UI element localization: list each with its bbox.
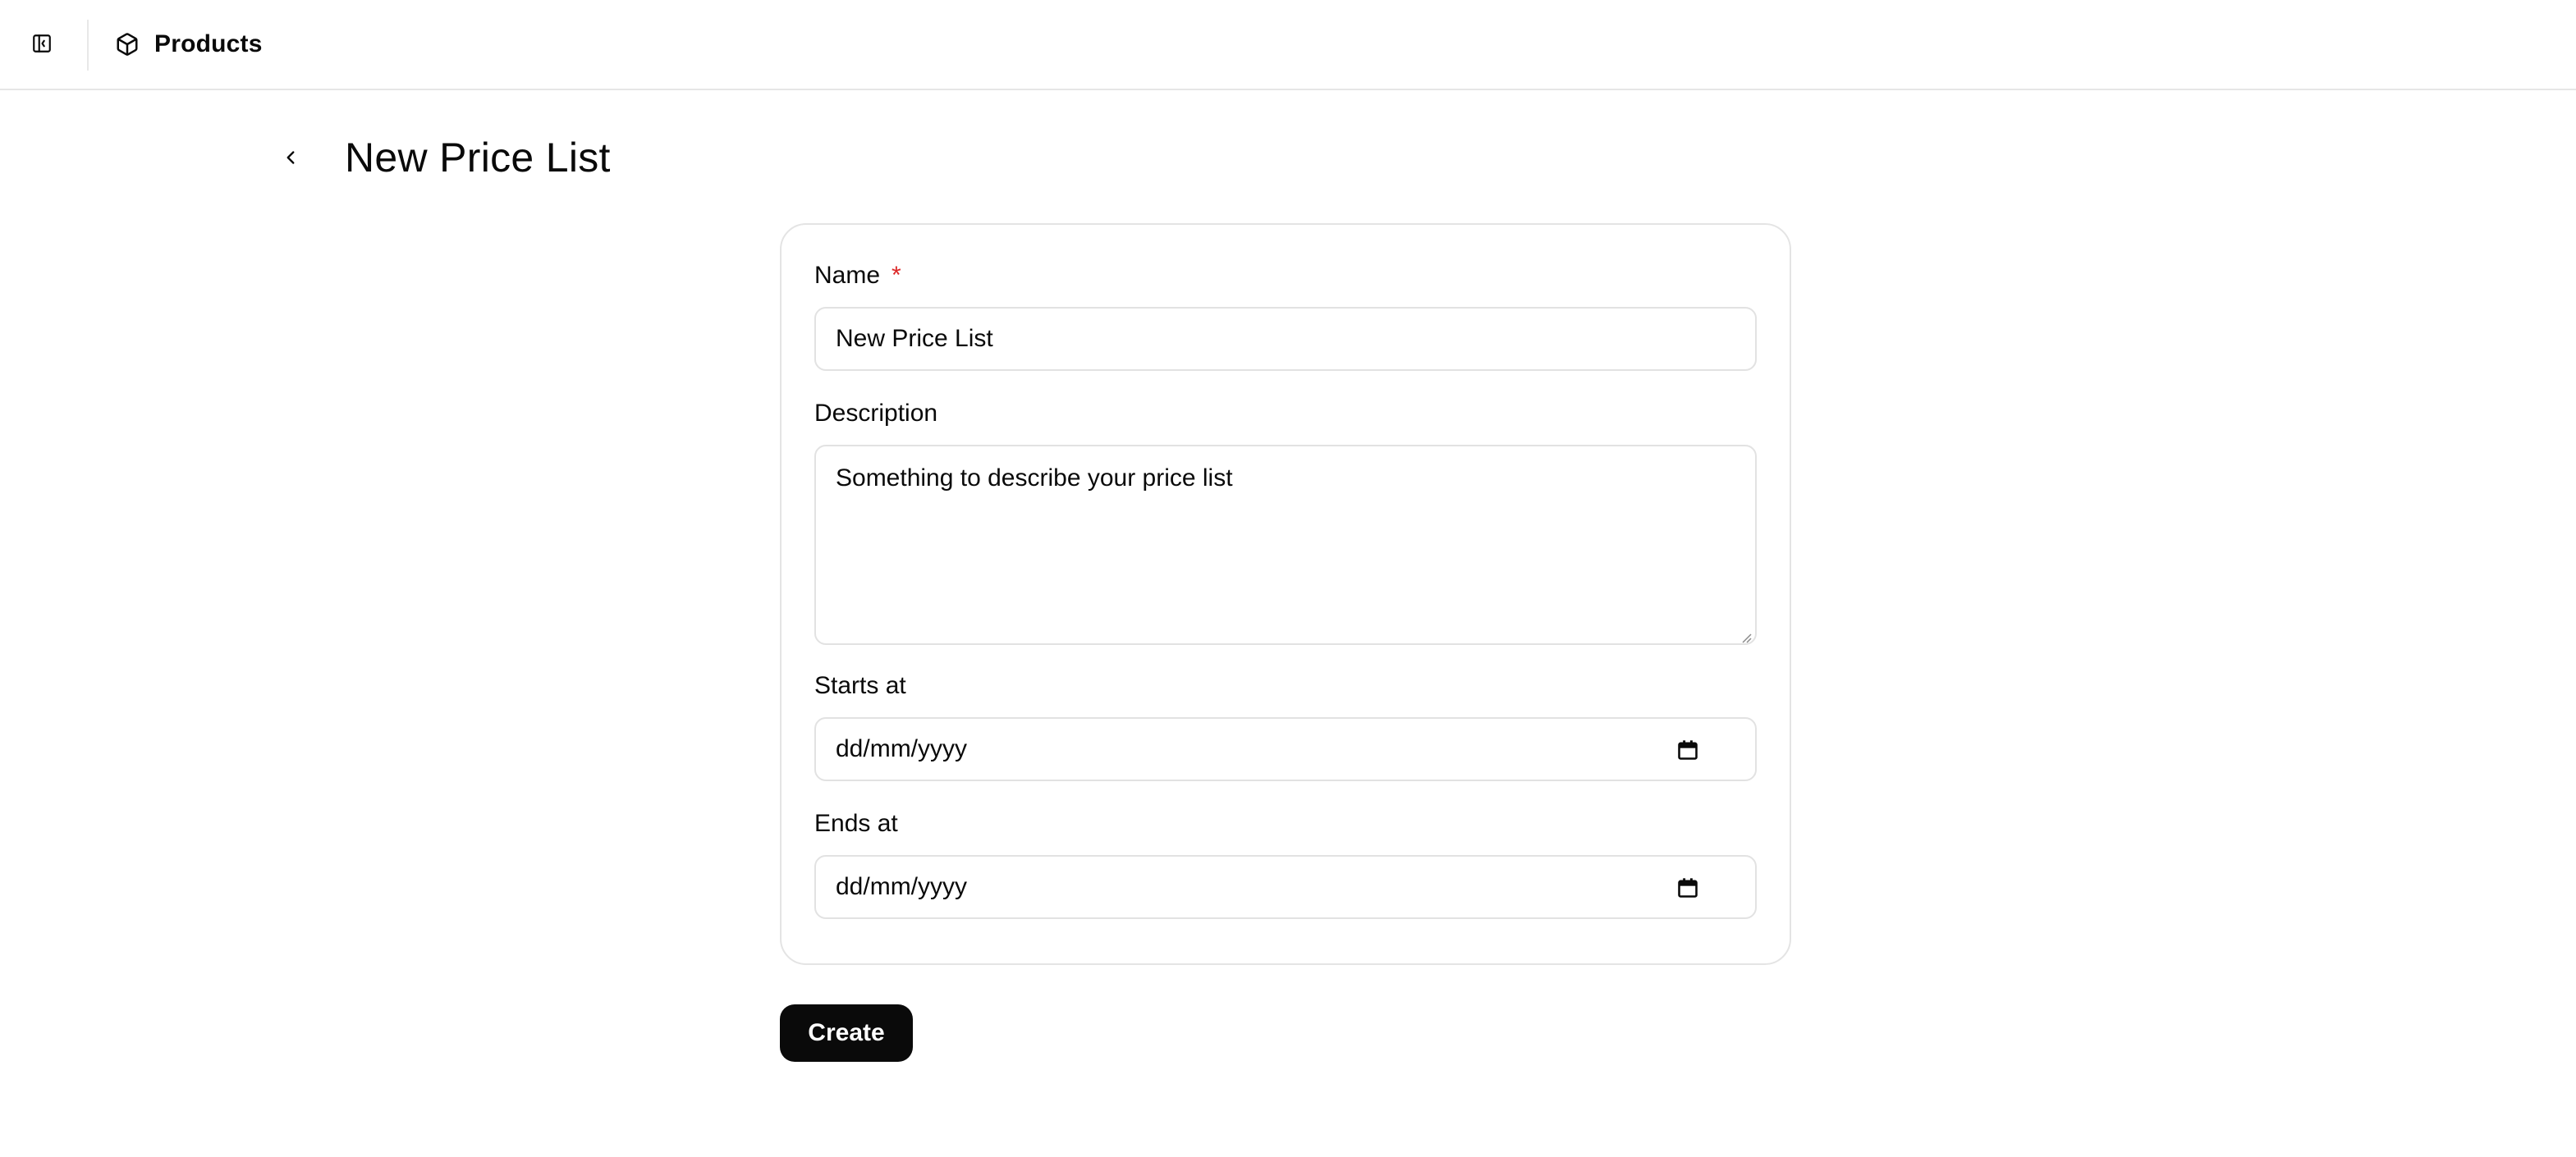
name-input[interactable] [814,307,1757,371]
breadcrumb[interactable]: Products [115,26,263,62]
breadcrumb-products[interactable]: Products [154,30,263,58]
topbar-divider [87,20,89,71]
back-button[interactable] [271,138,310,177]
chevron-left-icon [286,151,295,164]
description-label: Description [814,400,938,427]
ends-at-label: Ends at [814,810,898,837]
sidebar-toggle-button[interactable] [28,30,56,57]
package-icon [117,33,138,56]
starts-at-placeholder: dd/mm/yyyy [836,735,968,762]
page-title: New Price List [345,135,611,181]
top-bar: Products [0,0,2576,90]
starts-at-date-input[interactable]: dd/mm/yyyy [814,717,1757,781]
price-list-form: Name * Description Something to describe … [780,223,1791,965]
required-mark: * [892,262,901,289]
ends-at-date-input[interactable]: dd/mm/yyyy [814,855,1757,919]
resize-handle-icon[interactable] [1739,630,1752,643]
panel-left-icon [33,34,51,53]
calendar-icon[interactable] [1676,876,1699,899]
create-button[interactable]: Create [780,1004,913,1062]
starts-at-label: Starts at [814,672,906,699]
ends-at-placeholder: dd/mm/yyyy [836,873,968,900]
name-label: Name * [814,259,901,292]
calendar-icon[interactable] [1676,739,1699,761]
name-label-text: Name [814,262,881,289]
description-textarea[interactable]: Something to describe your price list [814,445,1757,645]
